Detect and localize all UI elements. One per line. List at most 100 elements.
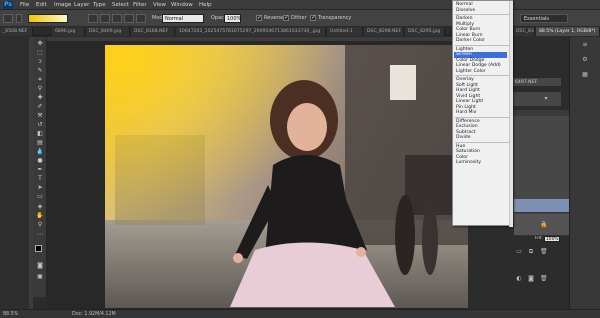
toolbox: ✥ ⬚ ↄ ✎ ⌗ ⚲ ✚ ✐ ⚒ ↺ ◧ ▤ 💧 ● ✒ T ➤ ▭ ◈ ✋ … (33, 37, 47, 297)
shape-tool-icon[interactable]: ▭ (36, 193, 44, 200)
menu-type[interactable]: Type (93, 1, 106, 9)
quick-select-tool-icon[interactable]: ✎ (36, 67, 44, 74)
layers-fill-field[interactable]: 100% (544, 236, 560, 242)
gradient-tool-icon[interactable]: ▤ (36, 139, 44, 146)
horizontal-ruler (47, 37, 467, 41)
reverse-checkbox[interactable] (256, 14, 262, 21)
new-group-icon[interactable]: ▭ (516, 249, 522, 255)
doc-tab[interactable]: DSC_8298.NEF (364, 27, 404, 36)
doc-tab[interactable]: DSC_8168.NEF (131, 27, 175, 36)
layer-row[interactable]: 🔒 (514, 214, 572, 236)
hand-tool-icon[interactable]: ✋ (36, 212, 44, 219)
eraser-tool-icon[interactable]: ◧ (36, 130, 44, 137)
blur-tool-icon[interactable]: 💧 (36, 148, 44, 155)
doc-tab[interactable]: 6896.jpg (52, 27, 85, 36)
radial-gradient-icon[interactable] (100, 14, 110, 23)
photoshop-logo: Ps (3, 1, 13, 9)
document-photo[interactable] (105, 45, 468, 308)
path-selection-tool-icon[interactable]: ➤ (36, 184, 44, 191)
zoom-tool-icon[interactable]: ⚲ (36, 221, 44, 228)
menu-select[interactable]: Select (112, 1, 129, 9)
dither-label: Dither (291, 15, 307, 21)
doc-tab[interactable]: _6508.NEF (0, 27, 33, 36)
photo-girl-in-tutu (105, 45, 468, 308)
reflected-gradient-icon[interactable] (124, 14, 134, 23)
eyedropper-tool-icon[interactable]: ⚲ (36, 85, 44, 92)
angle-gradient-icon[interactable] (112, 14, 122, 23)
menu-separator (455, 75, 510, 76)
mode-select[interactable]: Normal (162, 14, 204, 23)
dither-checkbox[interactable] (283, 14, 289, 21)
lasso-tool-icon[interactable]: ↄ (36, 58, 44, 65)
brush-tool-icon[interactable]: ✐ (36, 103, 44, 110)
healing-brush-tool-icon[interactable]: ✚ (36, 94, 44, 101)
diamond-gradient-icon[interactable] (136, 14, 146, 23)
linear-gradient-icon[interactable] (88, 14, 98, 23)
doc-tab[interactable]: 10647202_1025475781675297_29095407138610… (176, 27, 326, 36)
gradient-tool-preset-icon[interactable] (3, 14, 13, 23)
adjustment-layer-icon[interactable]: ◐ (516, 276, 522, 282)
menu-layer[interactable]: Layer (74, 1, 89, 9)
layer-row-selected[interactable] (514, 199, 572, 213)
new-layer-icon[interactable]: ⧉ (528, 249, 534, 255)
3d-tool-icon[interactable]: ◈ (36, 203, 44, 210)
blend-mode-darker-color[interactable]: Darker Color (454, 38, 507, 44)
dodge-tool-icon[interactable]: ● (36, 157, 44, 164)
menu-filter[interactable]: Filter (133, 1, 147, 9)
zoom-level[interactable]: 88.5% (3, 311, 18, 318)
type-tool-icon[interactable]: T (36, 175, 44, 182)
blend-mode-dissolve[interactable]: Dissolve (454, 8, 507, 14)
history-brush-tool-icon[interactable]: ↺ (36, 121, 44, 128)
preset-dropdown-icon[interactable] (16, 14, 22, 23)
panel-icon-strip: ≡ ⚙ ▦ (569, 37, 600, 309)
dropdown-scrollbar[interactable] (509, 1, 513, 227)
history-panel-icon[interactable]: ≡ (582, 42, 588, 48)
blend-mode-luminosity[interactable]: Luminosity (454, 160, 507, 166)
left-dock (0, 37, 33, 309)
menu-edit[interactable]: Edit (36, 1, 47, 9)
workspace-select[interactable]: Essentials (520, 14, 568, 23)
properties-panel-icon[interactable]: ⚙ (582, 57, 588, 63)
menu-file[interactable]: File (20, 1, 29, 9)
foreground-color-swatch[interactable] (35, 245, 42, 252)
menu-separator (455, 14, 510, 15)
reverse-label: Reverse (264, 15, 285, 21)
more-tools-icon[interactable]: ⋯ (36, 231, 44, 238)
gradient-picker[interactable] (28, 14, 68, 23)
menu-separator (455, 141, 510, 143)
panel-collapse-icon[interactable]: ▾ (543, 96, 549, 102)
menu-view[interactable]: View (153, 1, 166, 9)
file-info-label: 6497.NEF (515, 80, 538, 85)
marquee-tool-icon[interactable]: ⬚ (36, 49, 44, 56)
transparency-checkbox[interactable] (310, 14, 316, 21)
layers-fill-label: Fill: (535, 236, 543, 241)
quick-mask-icon[interactable]: ◙ (36, 262, 44, 269)
opacity-field[interactable]: 100% (224, 14, 241, 23)
menu-separator (455, 44, 510, 46)
menu-image[interactable]: Image (54, 1, 71, 9)
delete-layer-icon[interactable]: 🗑 (540, 249, 548, 255)
doc-tab[interactable]: Untitled-1 (327, 27, 363, 36)
doc-tab[interactable]: DSC_8395 (513, 27, 535, 36)
menu-separator (455, 116, 510, 118)
move-tool-icon[interactable]: ✥ (36, 40, 44, 47)
pen-tool-icon[interactable]: ✒ (36, 166, 44, 173)
doc-tab-active[interactable]: 88.5% (Layer 1, RGB/8*) (536, 27, 600, 36)
swatches-panel-icon[interactable]: ▦ (582, 72, 588, 78)
screen-mode-icon[interactable]: ▣ (36, 273, 44, 280)
menu-window[interactable]: Window (171, 1, 193, 9)
camera-icon[interactable]: ◙ (528, 276, 534, 282)
delete-icon[interactable]: 🗑 (540, 276, 548, 282)
doc-tab[interactable]: DSC_8409.jpg (86, 27, 130, 36)
blend-mode-divide[interactable]: Divide (454, 135, 507, 141)
blend-mode-lighter-color[interactable]: Lighter Color (454, 69, 507, 75)
transparency-label: Transparency (318, 15, 352, 21)
blend-mode-hard-mix[interactable]: Hard Mix (454, 110, 507, 116)
crop-tool-icon[interactable]: ⌗ (36, 76, 44, 83)
lock-icon: 🔒 (540, 221, 548, 228)
menu-help[interactable]: Help (199, 1, 212, 9)
blend-mode-dropdown[interactable]: Normal Dissolve Darken Multiply Color Burn Li… (452, 0, 513, 227)
doc-tab[interactable]: DSC_8295.jpg (405, 27, 445, 36)
clone-stamp-tool-icon[interactable]: ⚒ (36, 112, 44, 119)
doc-size[interactable]: Doc: 1.92M/4.12M (72, 311, 116, 318)
